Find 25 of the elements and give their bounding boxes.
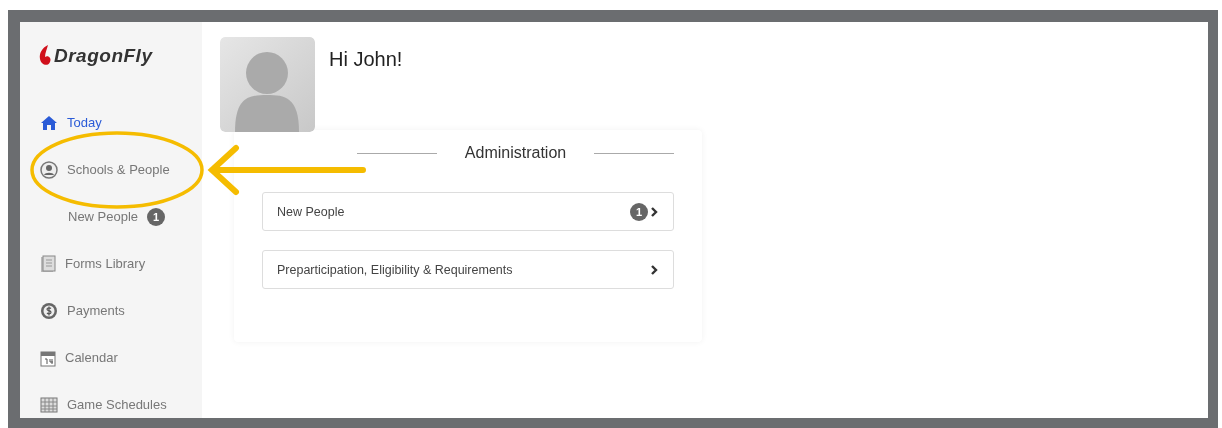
sidebar-item[interactable]: Schools & People xyxy=(20,146,202,193)
logo-icon xyxy=(38,44,52,68)
calendar-icon xyxy=(40,348,56,367)
greeting: Hi John! xyxy=(329,48,403,72)
table-icon xyxy=(40,396,58,413)
row-label: New People xyxy=(277,204,345,219)
person-icon xyxy=(40,160,58,179)
sidebar-item[interactable]: Payments xyxy=(20,287,202,334)
dollar-coin-icon xyxy=(40,301,58,320)
sidebar-item[interactable]: New People 1 xyxy=(20,193,202,240)
sidebar-item[interactable]: Game Schedules xyxy=(20,381,202,418)
sidebar-item[interactable]: Forms Library xyxy=(20,240,202,287)
home-icon xyxy=(40,114,58,131)
document-icon xyxy=(40,254,56,273)
logo-text: DragonFly xyxy=(54,45,153,67)
count-badge: 1 xyxy=(630,202,648,221)
chevron-right-icon xyxy=(650,205,659,218)
sidebar-item[interactable]: Today xyxy=(20,99,202,146)
row-label: Preparticipation, Eligibility & Requirements xyxy=(277,262,513,277)
list-row[interactable]: New People 1 xyxy=(262,192,674,231)
count-badge: 1 xyxy=(147,207,166,226)
sidebar-item[interactable]: Calendar xyxy=(20,334,202,381)
section-title: Administration xyxy=(464,144,567,162)
list-row[interactable]: Preparticipation, Eligibility & Requirements xyxy=(262,250,674,289)
chevron-right-icon xyxy=(650,263,659,276)
